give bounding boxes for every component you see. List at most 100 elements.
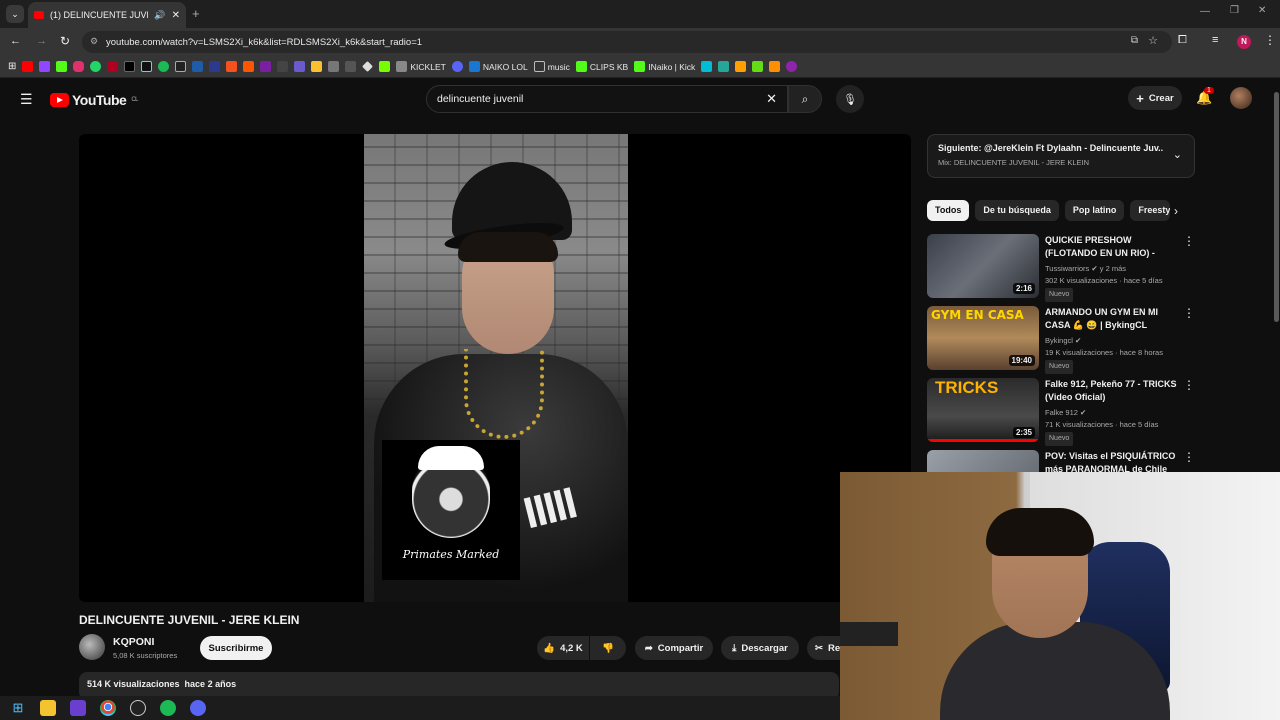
rec-title[interactable]: POV: Visitas el PSIQUIÁTRICO más PARANOR… (1045, 450, 1183, 472)
bookmark-amber-icon[interactable] (735, 61, 747, 72)
list-item[interactable]: POV: Visitas el PSIQUIÁTRICO más PARANOR… (927, 450, 1195, 472)
install-app-icon[interactable]: ⧉ (1131, 35, 1138, 46)
rec-title[interactable]: ARMANDO UN GYM EN MI CASA 💪 😄 | BykingCL (1045, 306, 1183, 332)
up-next-panel[interactable]: Siguiente: @JereKlein Ft Dylaahn - Delin… (927, 134, 1195, 178)
bookmark-swirl-icon[interactable] (786, 61, 798, 72)
windows-start-icon[interactable]: ⊞ (10, 700, 26, 716)
bookmark-discord-icon[interactable] (451, 61, 463, 72)
bookmark-naiko-lol[interactable]: NAIKO LOL (468, 61, 528, 72)
list-item[interactable]: TRICKS 2:35 Falke 912, Pekeño 77 - TRICK… (927, 378, 1195, 446)
bookmark-x-icon[interactable] (124, 61, 136, 72)
list-item[interactable]: 2:16 QUICKIE PRESHOW (FLOTANDO EN UN RIO… (927, 234, 1195, 302)
bookmark-spotify-icon[interactable] (158, 61, 170, 72)
share-button[interactable]: ➦ Compartir (635, 636, 713, 660)
window-close-button[interactable]: ✕ (1258, 5, 1266, 16)
bookmark-dark-icon[interactable] (345, 61, 357, 72)
bookmark-gold-icon[interactable] (769, 61, 781, 72)
bookmark-youtube-icon[interactable] (22, 61, 34, 72)
more-options-icon[interactable]: ⋮ (1183, 234, 1195, 248)
bookmark-soundcloud-icon[interactable] (243, 61, 255, 72)
video-thumbnail[interactable] (927, 450, 1039, 472)
rec-channel[interactable]: Falke 912 (1045, 408, 1078, 417)
bookmark-chart-icon[interactable] (718, 61, 730, 72)
channel-name[interactable]: KQPONI (113, 636, 154, 648)
spotify-taskbar-icon[interactable] (160, 700, 176, 716)
subscribe-button[interactable]: Suscribirme (200, 636, 272, 660)
download-button[interactable]: ⤓ Descargar (721, 636, 799, 660)
bookmark-instagram-icon[interactable] (73, 61, 85, 72)
bookmark-red-icon[interactable] (107, 61, 119, 72)
bookmark-gray-icon[interactable] (328, 61, 340, 72)
bookmark-clips-kb[interactable]: CLIPS KB (575, 61, 628, 72)
voice-search-button[interactable]: 🎙 (836, 85, 864, 113)
site-info-icon[interactable]: ⚙ (90, 36, 98, 47)
media-app-icon[interactable] (70, 700, 86, 716)
back-icon[interactable]: ← (10, 35, 21, 47)
browser-menu-icon[interactable]: ⋮ (1264, 33, 1276, 47)
tab-close-icon[interactable]: ✕ (172, 10, 180, 21)
bookmark-yellow-icon[interactable] (311, 61, 323, 72)
bookmark-music[interactable]: music (533, 61, 570, 72)
discord-taskbar-icon[interactable] (190, 700, 206, 716)
chrome-icon[interactable] (100, 700, 116, 716)
channel-avatar[interactable] (79, 634, 105, 660)
url-field[interactable]: ⚙ youtube.com/watch?v=LSMS2Xi_k6k&list=R… (82, 31, 1172, 53)
video-thumbnail[interactable]: GYM EN CASA 19:40 (927, 306, 1039, 370)
bookmark-blue-icon[interactable] (192, 61, 204, 72)
video-player[interactable]: Primates Marked IIIII (79, 134, 911, 602)
account-avatar[interactable] (1230, 87, 1252, 109)
more-options-icon[interactable]: ⋮ (1183, 378, 1195, 392)
more-options-icon[interactable]: ⋮ (1183, 450, 1195, 464)
bookmark-search-icon[interactable] (277, 61, 289, 72)
profile-avatar[interactable]: N (1237, 35, 1251, 49)
video-frame[interactable]: Primates Marked IIIII (364, 134, 628, 602)
bookmark-green-icon[interactable] (379, 61, 391, 72)
create-button[interactable]: + Crear (1128, 86, 1182, 110)
bookmark-inaiko-kick[interactable]: INaiko | Kick (634, 61, 695, 72)
chip-pop-latino[interactable]: Pop latino (1064, 200, 1125, 221)
video-thumbnail[interactable]: 2:16 (927, 234, 1039, 298)
bookmark-star-icon[interactable]: ☆ (1148, 34, 1158, 47)
bookmark-diamond-icon[interactable] (362, 61, 374, 72)
reload-icon[interactable]: ↻ (60, 34, 70, 48)
hamburger-menu-icon[interactable]: ☰ (20, 91, 33, 108)
bookmark-lime-icon[interactable] (752, 61, 764, 72)
page-scrollbar[interactable] (1274, 92, 1279, 322)
rec-channel[interactable]: Bykingcl (1045, 336, 1073, 345)
notifications-button[interactable]: 🔔 1 (1196, 87, 1214, 106)
clear-search-icon[interactable]: ✕ (766, 86, 777, 112)
search-input[interactable]: delincuente juvenil ✕ (426, 85, 788, 113)
video-thumbnail[interactable]: TRICKS 2:35 (927, 378, 1039, 442)
rec-title[interactable]: Falke 912, Pekeño 77 - TRICKS (Video Ofi… (1045, 378, 1183, 404)
like-button[interactable]: 👍 4,2 K (537, 636, 589, 660)
dislike-button[interactable]: 👎 (590, 636, 626, 660)
bookmark-twitch-icon[interactable] (39, 61, 51, 72)
audio-playing-icon[interactable]: 🔊 (154, 10, 165, 21)
bookmark-kicklet[interactable]: KICKLET (396, 61, 446, 72)
search-button[interactable]: ⌕ (788, 85, 822, 113)
window-restore-button[interactable]: ❐ (1230, 5, 1239, 16)
more-options-icon[interactable]: ⋮ (1183, 306, 1195, 320)
bookmark-whatsapp-icon[interactable] (90, 61, 102, 72)
chip-de-tu-busqueda[interactable]: De tu búsqueda (975, 200, 1059, 221)
obs-icon[interactable] (130, 700, 146, 716)
file-explorer-icon[interactable] (40, 700, 56, 716)
list-item[interactable]: GYM EN CASA 19:40 ARMANDO UN GYM EN MI C… (927, 306, 1195, 374)
rec-channel[interactable]: Tussiwarriors (1045, 264, 1089, 273)
tab-search-button[interactable]: ⌄ (6, 5, 24, 23)
bookmark-teal-icon[interactable] (701, 61, 713, 72)
chip-todos[interactable]: Todos (927, 200, 970, 221)
bookmark-kick-icon[interactable] (56, 61, 68, 72)
chip-freestyle[interactable]: Freestyle (1130, 200, 1171, 221)
new-tab-button[interactable]: + (192, 6, 200, 21)
extensions-icon[interactable]: ⧠ (1178, 34, 1187, 47)
media-controls-icon[interactable]: ≡ (1212, 34, 1218, 46)
browser-tab-active[interactable]: (1) DELINCUENTE JUVENIL 🔊 ✕ (28, 2, 186, 28)
youtube-logo[interactable]: YouTube CL (50, 92, 138, 108)
expand-chevron-icon[interactable]: ⌄ (1173, 148, 1182, 161)
chips-next-arrow-icon[interactable]: › (1174, 204, 1178, 218)
bookmark-orange-icon[interactable] (226, 61, 238, 72)
forward-icon[interactable]: → (36, 35, 47, 47)
bookmark-s-icon[interactable] (175, 61, 187, 72)
apps-grid-icon[interactable]: ⊞ (8, 61, 16, 72)
